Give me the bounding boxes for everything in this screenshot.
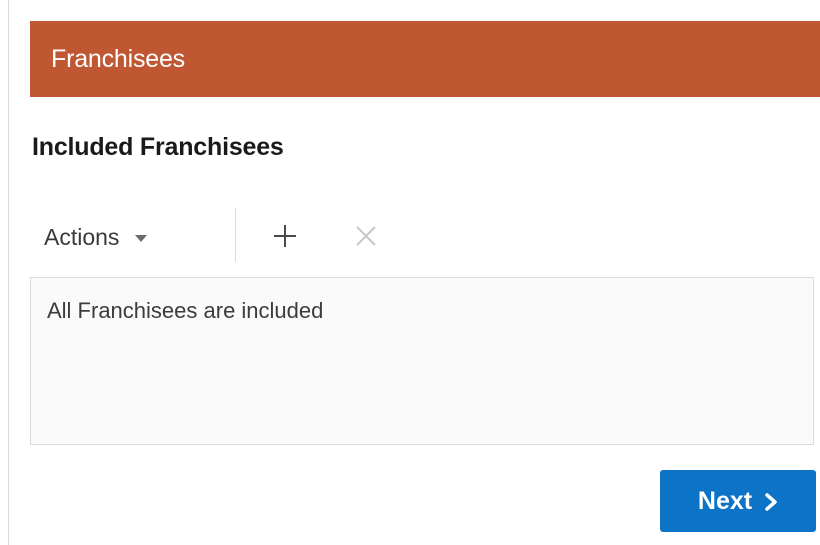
actions-menu-button[interactable]: Actions (44, 220, 148, 254)
add-button[interactable] (265, 216, 305, 256)
panel-header: Franchisees (30, 21, 820, 97)
empty-message: All Franchisees are included (47, 298, 324, 323)
remove-button[interactable] (346, 216, 386, 256)
actions-label: Actions (44, 223, 120, 250)
caret-down-icon (135, 234, 148, 242)
close-icon (356, 226, 376, 246)
chevron-right-icon (764, 492, 778, 512)
left-border (8, 0, 9, 545)
toolbar-divider (235, 208, 236, 262)
next-button[interactable]: Next (660, 470, 816, 532)
panel-title: Franchisees (51, 44, 185, 73)
plus-icon (274, 225, 296, 247)
next-label: Next (697, 486, 753, 515)
franchisee-list: All Franchisees are included (30, 277, 814, 445)
section-heading: Included Franchisees (32, 133, 284, 161)
toolbar: Actions (30, 208, 430, 264)
